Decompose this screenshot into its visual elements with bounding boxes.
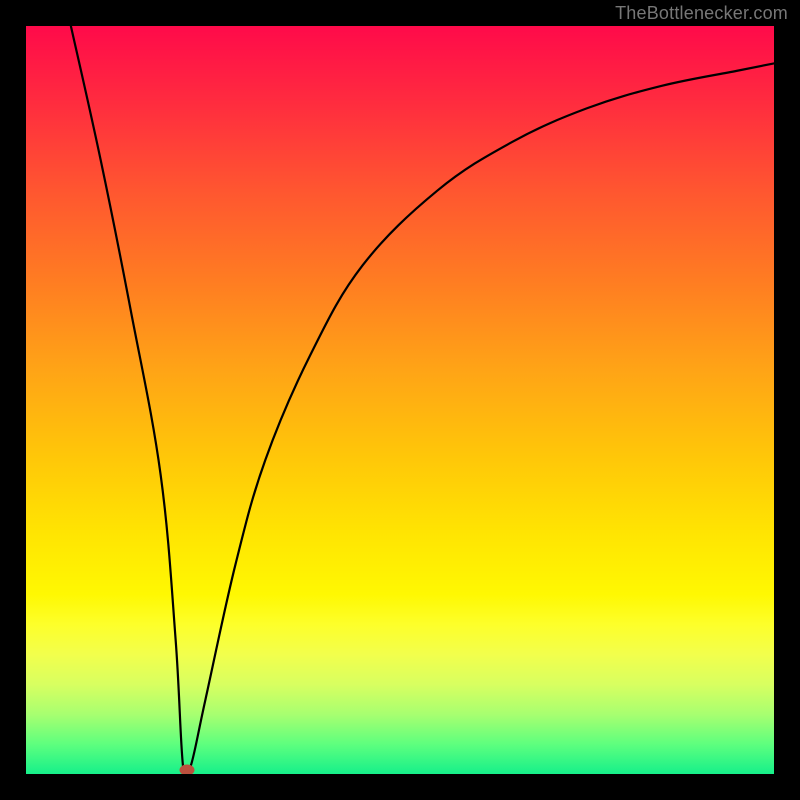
plot-area: [26, 26, 774, 774]
bottleneck-curve: [26, 26, 774, 774]
chart-frame: TheBottlenecker.com: [0, 0, 800, 800]
optimal-point-marker: [179, 765, 194, 774]
attribution-text: TheBottlenecker.com: [615, 3, 788, 24]
